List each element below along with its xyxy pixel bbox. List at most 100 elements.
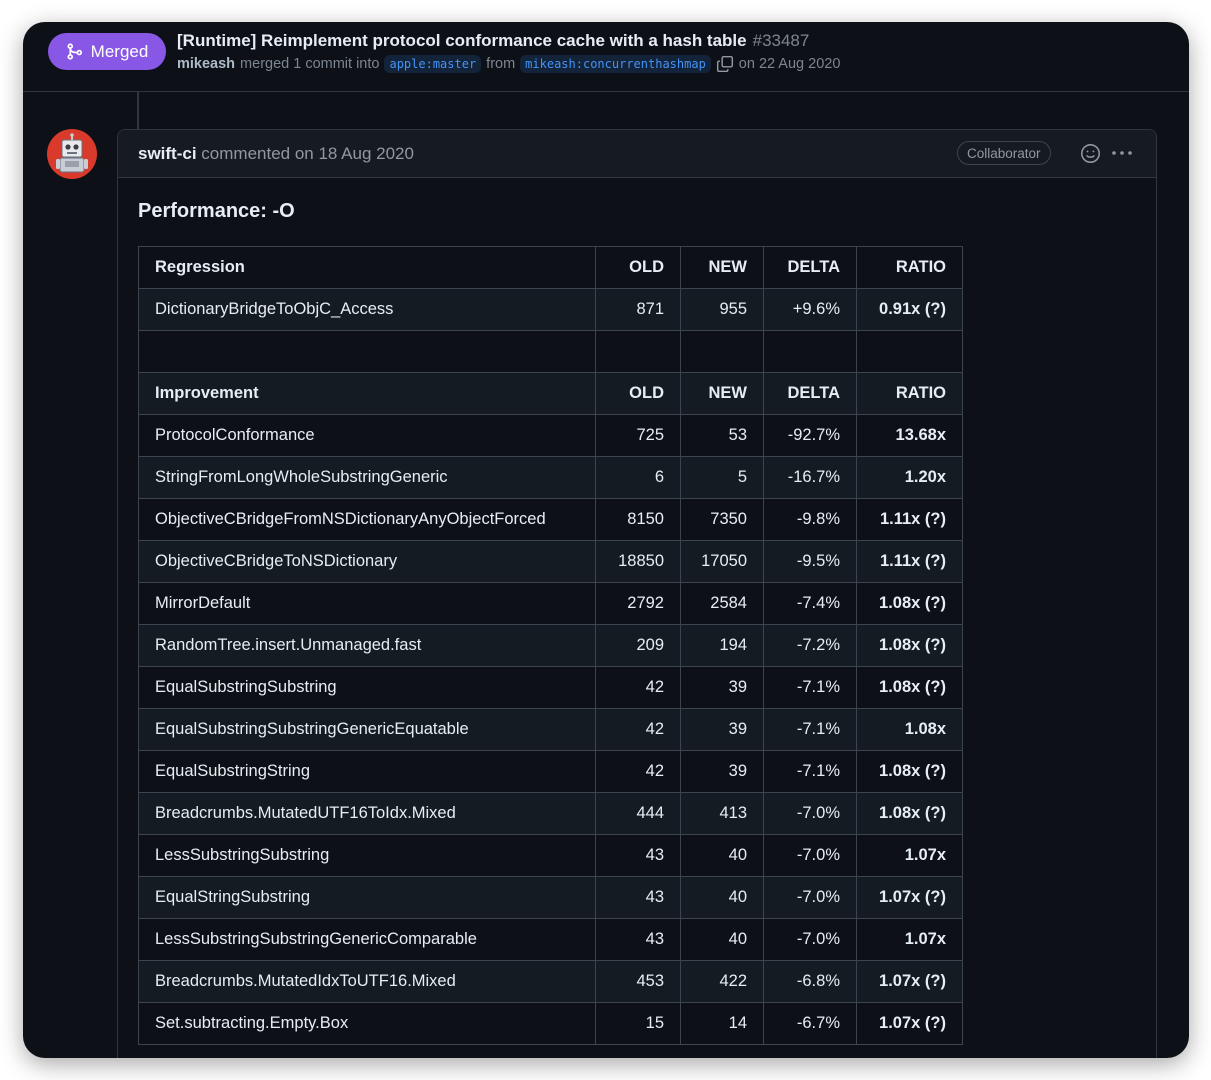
benchmark-name: EqualSubstringSubstring — [138, 666, 596, 709]
performance-table-body: Regression OLD NEW DELTA RATIO Dictionar… — [138, 246, 963, 1045]
avatar[interactable] — [47, 129, 97, 179]
comment-meta: swift-ci commented on 18 Aug 2020 — [138, 144, 414, 164]
new-value: 422 — [680, 960, 764, 1003]
new-value: 40 — [680, 918, 764, 961]
window: Merged [Runtime] Reimplement protocol co… — [23, 22, 1189, 1058]
improvement-header-row: Improvement OLD NEW DELTA RATIO — [138, 372, 963, 415]
empty-cell — [856, 330, 963, 373]
kebab-menu-icon[interactable] — [1110, 142, 1134, 164]
old-value: 871 — [595, 288, 681, 331]
delta-value: -6.7% — [763, 1002, 857, 1045]
benchmark-name: RandomTree.insert.Unmanaged.fast — [138, 624, 596, 667]
benchmark-name: Set.subtracting.Empty.Box — [138, 1002, 596, 1045]
table-row: Set.subtracting.Empty.Box 15 14 -6.7% 1.07x … — [138, 1002, 963, 1045]
table-row: RandomTree.insert.Unmanaged.fast 209 194 -7… — [138, 624, 963, 667]
merged-status-badge: Merged — [48, 33, 166, 70]
comment-author-link[interactable]: swift-ci — [138, 144, 197, 163]
table-row: EqualSubstringString 42 39 -7.1% 1.08x (?) — [138, 750, 963, 793]
old-value: 43 — [595, 876, 681, 919]
copy-icon[interactable] — [716, 55, 734, 73]
old-value: 2792 — [595, 582, 681, 625]
collaborator-badge: Collaborator — [957, 141, 1051, 165]
delta-value: -9.5% — [763, 540, 857, 583]
delta-value: -7.0% — [763, 834, 857, 877]
ratio-value: 1.08x (?) — [856, 792, 963, 835]
new-value: 40 — [680, 876, 764, 919]
merged-status-label: Merged — [90, 41, 149, 61]
ratio-value: 1.08x — [856, 708, 963, 751]
ratio-value: 1.07x — [856, 918, 963, 961]
performance-heading: Performance: -O — [138, 200, 295, 222]
old-value: 42 — [595, 708, 681, 751]
column-header: NEW — [680, 246, 764, 289]
old-value: 444 — [595, 792, 681, 835]
pr-number: #33487 — [752, 31, 810, 50]
merged-text: merged 1 commit into — [240, 56, 380, 72]
new-value: 39 — [680, 750, 764, 793]
comment-timestamp[interactable]: commented on 18 Aug 2020 — [201, 144, 414, 163]
table-row: EqualStringSubstring 43 40 -7.0% 1.07x (?) — [138, 876, 963, 919]
benchmark-name: EqualSubstringString — [138, 750, 596, 793]
ratio-value: 1.08x (?) — [856, 666, 963, 709]
table-row: EqualSubstringSubstring 42 39 -7.1% 1.08x (?… — [138, 666, 963, 709]
merge-date: on 22 Aug 2020 — [738, 56, 841, 72]
old-value: 6 — [595, 456, 681, 499]
delta-value: -9.8% — [763, 498, 857, 541]
new-value: 413 — [680, 792, 764, 835]
old-value: 15 — [595, 1002, 681, 1045]
table-row: EqualSubstringSubstringGenericEquatable 4… — [138, 708, 963, 751]
pr-author-link[interactable]: mikeash — [177, 56, 235, 72]
ratio-value: 1.07x (?) — [856, 960, 963, 1003]
delta-value: -7.4% — [763, 582, 857, 625]
head-branch-link[interactable]: mikeash:concurrenthashmap — [520, 55, 711, 73]
old-value: 42 — [595, 666, 681, 709]
new-value: 40 — [680, 834, 764, 877]
robot-avatar-icon — [56, 133, 88, 173]
old-value: 8150 — [595, 498, 681, 541]
table-row: ProtocolConformance 725 53 -92.7% 13.68x — [138, 414, 963, 457]
delta-value: -7.1% — [763, 708, 857, 751]
old-value: 209 — [595, 624, 681, 667]
old-value: 42 — [595, 750, 681, 793]
ratio-value: 1.08x (?) — [856, 624, 963, 667]
empty-cell — [763, 330, 857, 373]
pr-meta: mikeash merged 1 commit into apple:maste… — [177, 55, 840, 73]
delta-value: -7.0% — [763, 792, 857, 835]
old-value: 43 — [595, 834, 681, 877]
delta-value: -92.7% — [763, 414, 857, 457]
new-value: 53 — [680, 414, 764, 457]
benchmark-name: Breadcrumbs.MutatedUTF16ToIdx.Mixed — [138, 792, 596, 835]
column-header: OLD — [595, 246, 681, 289]
benchmark-name: DictionaryBridgeToObjC_Access — [138, 288, 596, 331]
ratio-value: 1.11x (?) — [856, 498, 963, 541]
ratio-value: 1.07x (?) — [856, 1002, 963, 1045]
performance-table: Regression OLD NEW DELTA RATIO Dictionar… — [138, 246, 963, 1045]
pr-title-text[interactable]: [Runtime] Reimplement protocol conforman… — [177, 31, 747, 50]
table-row: StringFromLongWholeSubstringGeneric 6 5 -16… — [138, 456, 963, 499]
ratio-value: 1.20x — [856, 456, 963, 499]
old-value: 18850 — [595, 540, 681, 583]
column-header: NEW — [680, 372, 764, 415]
timeline-line — [137, 92, 139, 132]
ratio-value: 1.11x (?) — [856, 540, 963, 583]
comment-box: swift-ci commented on 18 Aug 2020 Collab… — [117, 129, 1157, 1058]
column-header: RATIO — [856, 246, 963, 289]
smiley-icon[interactable] — [1080, 143, 1101, 164]
base-branch-link[interactable]: apple:master — [384, 55, 482, 73]
benchmark-name: StringFromLongWholeSubstringGeneric — [138, 456, 596, 499]
empty-cell — [680, 330, 764, 373]
new-value: 955 — [680, 288, 764, 331]
benchmark-name: ProtocolConformance — [138, 414, 596, 457]
pr-title: [Runtime] Reimplement protocol conforman… — [177, 31, 809, 51]
delta-value: -16.7% — [763, 456, 857, 499]
git-merge-icon — [67, 43, 82, 60]
empty-cell — [138, 330, 596, 373]
new-value: 194 — [680, 624, 764, 667]
ratio-value: 0.91x (?) — [856, 288, 963, 331]
table-row: MirrorDefault 2792 2584 -7.4% 1.08x (?) — [138, 582, 963, 625]
ratio-value: 1.08x (?) — [856, 582, 963, 625]
column-header: Regression — [138, 246, 596, 289]
column-header: Improvement — [138, 372, 596, 415]
table-row: DictionaryBridgeToObjC_Access 871 955 +9… — [138, 288, 963, 331]
delta-value: -7.0% — [763, 918, 857, 961]
